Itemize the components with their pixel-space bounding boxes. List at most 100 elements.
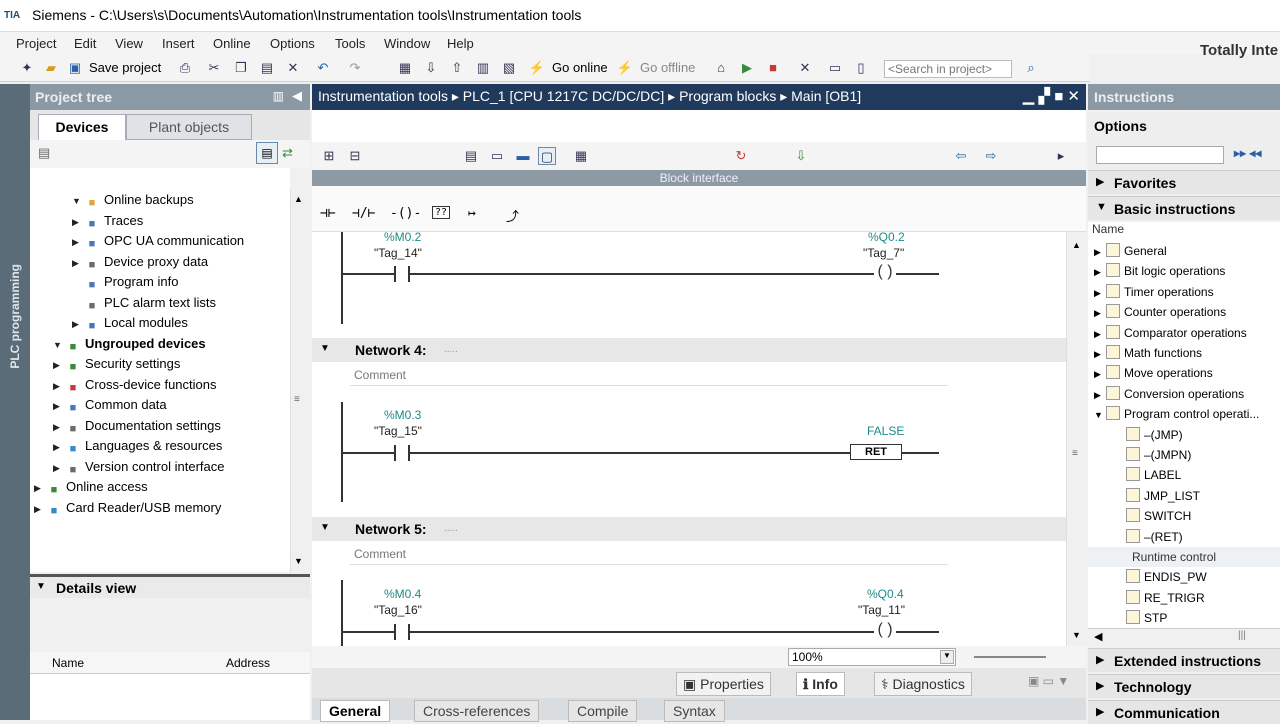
menu-edit[interactable]: Edit xyxy=(74,36,96,51)
subtab-syntax[interactable]: Syntax xyxy=(664,700,725,722)
ladder-editor[interactable]: %M0.2 "Tag_14" %Q0.2 "Tag_7" ( ) ▼ Netwo… xyxy=(312,232,1066,646)
instruction-item[interactable]: ▼ Program control operati... xyxy=(1094,404,1280,424)
instruction-item[interactable]: RE_TRIGR xyxy=(1088,588,1280,608)
inspector-window-controls[interactable]: ▣ ▭ ▼ xyxy=(1028,674,1069,688)
chevron-right-icon[interactable]: ▶ xyxy=(53,396,65,416)
tree-item[interactable]: ▼ ■ Ungrouped devices xyxy=(53,334,206,354)
save-icon[interactable]: ▣ xyxy=(66,59,84,77)
chevron-right-icon[interactable]: ▶ xyxy=(1094,303,1106,323)
zoom-select[interactable]: 100% xyxy=(788,648,956,666)
scroll-down-icon[interactable]: ▼ xyxy=(1072,630,1081,640)
contact-tag[interactable]: "Tag_16" xyxy=(374,603,422,617)
tree-item[interactable]: ▶ ■ Online access xyxy=(34,477,148,497)
scroll-thumb-icon[interactable]: ≡ xyxy=(294,394,300,405)
tree-item[interactable]: ▶ ■ Security settings xyxy=(53,354,180,374)
chevron-right-icon[interactable]: ▶ xyxy=(53,417,65,437)
instructions-hscroll[interactable]: ◀ ||| xyxy=(1088,628,1280,646)
accessible-devices-icon[interactable]: ⌂ xyxy=(712,59,730,77)
paste-icon[interactable]: ▤ xyxy=(258,59,276,77)
details-col-address[interactable]: Address xyxy=(226,656,270,670)
collapse-networks-icon[interactable]: ▭ xyxy=(488,147,506,165)
expand-networks-icon[interactable]: ▬ xyxy=(514,147,532,165)
download-block-icon[interactable]: ⇩ xyxy=(792,147,810,165)
insert-network-icon[interactable]: ⊞ xyxy=(320,147,338,165)
chevron-right-icon[interactable]: ▶ xyxy=(72,212,84,232)
chevron-down-icon[interactable]: ▼ xyxy=(53,335,65,355)
coil-tag[interactable]: "Tag_11" xyxy=(858,603,905,617)
instruction-item[interactable]: –(JMPN) xyxy=(1088,445,1280,465)
section-basic-instructions[interactable]: ▼ Basic instructions xyxy=(1088,196,1280,220)
go-offline-button[interactable]: Go offline xyxy=(640,60,695,75)
subtab-compile[interactable]: Compile xyxy=(568,700,638,722)
scroll-up-icon[interactable]: ▲ xyxy=(1072,240,1081,250)
chevron-right-icon[interactable]: ▶ xyxy=(1094,242,1106,262)
chevron-right-icon[interactable]: ▶ xyxy=(1094,262,1106,282)
menu-online[interactable]: Online xyxy=(213,36,251,51)
tree-item[interactable]: ▶ ■ Common data xyxy=(53,395,167,415)
download-icon[interactable]: ⇩ xyxy=(422,59,440,77)
ret-value[interactable]: FALSE xyxy=(867,424,904,438)
navigate-back-icon[interactable]: ⇦ xyxy=(952,147,970,165)
chevron-right-icon[interactable]: ▶ xyxy=(72,314,84,334)
network-5-header[interactable]: ▼ Network 5: ..... xyxy=(312,517,1066,541)
add-device-icon[interactable]: ▤ xyxy=(38,145,50,161)
scroll-up-icon[interactable]: ▲ xyxy=(294,194,303,204)
instruction-item[interactable]: –(JMP) xyxy=(1088,425,1280,445)
instruction-item[interactable]: ▶ Conversion operations xyxy=(1094,384,1280,404)
network-4-comment[interactable]: Comment xyxy=(350,364,948,386)
go-online-icon[interactable]: ⚡ xyxy=(528,59,546,77)
output-coil[interactable]: ( ) xyxy=(874,622,896,639)
menu-options[interactable]: Options xyxy=(270,36,315,51)
stop-cpu-icon[interactable]: ■ xyxy=(764,59,782,77)
editor-window-controls[interactable]: ▁ ▞ ■ ✕ xyxy=(1023,87,1080,105)
tree-item[interactable]: ▶ ■ Device proxy data xyxy=(72,252,208,272)
no-contact-icon[interactable]: ⊣⊢ xyxy=(320,206,336,221)
undo-icon[interactable]: ↶ xyxy=(314,59,332,77)
chevron-right-icon[interactable]: ▶ xyxy=(1094,385,1106,405)
tree-item[interactable]: ▶ ■ Version control interface xyxy=(53,457,224,477)
chevron-right-icon[interactable]: ▶ xyxy=(53,355,65,375)
details-col-name[interactable]: Name xyxy=(52,656,84,670)
upload-icon[interactable]: ⇧ xyxy=(448,59,466,77)
instruction-item[interactable]: ▶ Math functions xyxy=(1094,343,1280,363)
collapse-left-icon[interactable]: ◀ xyxy=(292,88,302,104)
network-title-field[interactable]: ..... xyxy=(444,344,458,355)
collapse-network-icon[interactable]: ▼ xyxy=(320,343,330,354)
instruction-item[interactable]: ▶ Comparator operations xyxy=(1094,323,1280,343)
scroll-down-icon[interactable]: ▼ xyxy=(294,556,303,566)
tree-item[interactable]: ▶ ■ Languages & resources xyxy=(53,436,222,456)
ret-coil[interactable]: RET xyxy=(850,444,902,460)
more-tools-icon[interactable]: ▸ xyxy=(1052,147,1070,165)
chevron-down-icon[interactable]: ▼ xyxy=(36,581,46,592)
compile-icon[interactable]: ▦ xyxy=(396,59,414,77)
nc-contact-icon[interactable]: ⊣/⊢ xyxy=(352,206,375,221)
chevron-right-icon[interactable]: ▶ xyxy=(53,458,65,478)
chevron-right-icon[interactable]: ▶ xyxy=(34,499,46,519)
scroll-left-icon[interactable]: ◀ xyxy=(1094,630,1102,643)
tree-item[interactable]: ■ PLC alarm text lists xyxy=(72,293,216,313)
project-tree-scrollbar[interactable]: ▲ ≡ ▼ xyxy=(290,190,308,572)
instruction-item[interactable]: –(RET) xyxy=(1088,527,1280,547)
cut-icon[interactable]: ✂ xyxy=(205,59,223,77)
tree-item[interactable]: ▶ ■ Traces xyxy=(72,211,143,231)
subtab-cross-references[interactable]: Cross-references xyxy=(414,700,540,722)
new-project-icon[interactable]: ✦ xyxy=(18,59,36,77)
comment-toggle-icon[interactable]: ▢ xyxy=(538,147,556,165)
chevron-right-icon[interactable]: ▶ xyxy=(1094,344,1106,364)
tree-item[interactable]: ▶ ■ OPC UA communication xyxy=(72,231,244,251)
chevron-down-icon[interactable]: ▼ xyxy=(72,191,84,211)
close-branch-icon[interactable]: ⤴ xyxy=(506,206,519,225)
no-contact[interactable] xyxy=(394,445,410,461)
overview-icon[interactable]: ▤ xyxy=(256,142,278,164)
no-contact[interactable] xyxy=(394,266,410,282)
chevron-right-icon[interactable]: ▶ xyxy=(1094,324,1106,344)
open-project-icon[interactable]: ▰ xyxy=(42,59,60,77)
refresh-icon[interactable]: ⇄ xyxy=(282,145,293,161)
instruction-item[interactable]: SWITCH xyxy=(1088,506,1280,526)
column-name[interactable]: Name xyxy=(1092,222,1124,236)
tree-item[interactable]: ▶ ■ Card Reader/USB memory xyxy=(34,498,221,518)
subtab-general[interactable]: General xyxy=(320,700,391,722)
instruction-item[interactable]: STP xyxy=(1088,608,1280,628)
split-vertical-icon[interactable]: ▯ xyxy=(852,59,870,77)
chevron-right-icon[interactable]: ▶ xyxy=(53,376,65,396)
